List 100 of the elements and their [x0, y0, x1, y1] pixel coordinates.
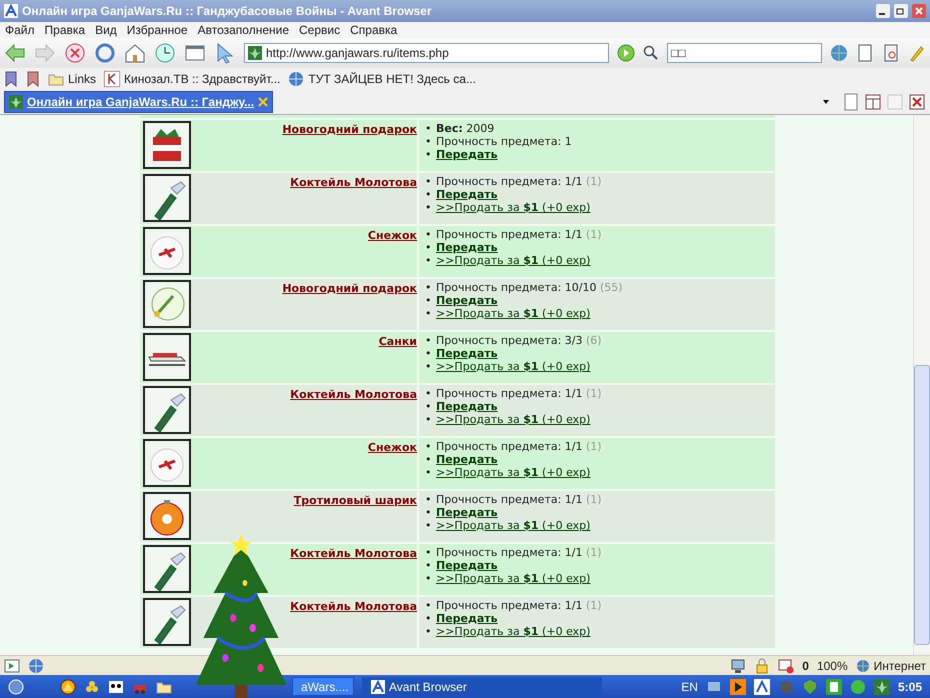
sell-link[interactable]: >>Продать за $1 (+0 exp) [436, 201, 590, 214]
sell-link[interactable]: >>Продать за $1 (+0 exp) [436, 413, 590, 426]
menu-item[interactable]: Сервис [294, 22, 346, 38]
menu-item[interactable]: Справка [345, 22, 402, 38]
close-button[interactable] [912, 4, 926, 18]
globe-icon[interactable] [830, 44, 848, 62]
bullet: • [425, 347, 432, 360]
start-icon[interactable] [8, 678, 24, 694]
transfer-link[interactable]: Передать [436, 612, 498, 625]
search-icon[interactable] [643, 45, 659, 61]
home-icon[interactable] [124, 42, 146, 64]
menu-item[interactable]: Избранное [122, 22, 193, 38]
durability-count: (1) [586, 493, 602, 506]
app-logo-icon [371, 680, 385, 694]
transfer-link[interactable]: Передать [436, 188, 498, 201]
item-name-link[interactable]: Новогодний подарок [282, 123, 417, 136]
durability-count: (55) [600, 281, 623, 294]
scroll-thumb[interactable] [914, 365, 930, 645]
mask-icon[interactable] [108, 678, 124, 694]
link-bar-item[interactable]: ТУТ ЗАЙЦЕВ НЕТ! Здесь са... [288, 70, 476, 88]
square-icon[interactable] [826, 678, 842, 694]
link-bar-item[interactable]: Links [48, 70, 96, 88]
bullet: • [425, 493, 432, 506]
item-name-link[interactable]: Коктейль Молотова [290, 388, 417, 401]
transfer-link[interactable]: Передать [436, 506, 498, 519]
sell-link[interactable]: >>Продать за $1 (+0 exp) [436, 625, 590, 638]
bullet: • [425, 559, 432, 572]
transfer-link[interactable]: Передать [436, 400, 498, 413]
weight-text: Вес: 2009 [436, 122, 494, 135]
lock-icon [754, 658, 770, 674]
play-icon[interactable] [730, 678, 746, 694]
stop-icon[interactable] [64, 42, 86, 64]
sell-link[interactable]: >>Продать за $1 (+0 exp) [436, 572, 590, 585]
sell-link[interactable]: >>Продать за $1 (+0 exp) [436, 307, 590, 320]
flower-icon[interactable] [84, 678, 100, 694]
menu-item[interactable]: Вид [90, 22, 122, 38]
tab[interactable]: Онлайн игра GanjaWars.Ru :: Ганджу... [4, 91, 274, 113]
warning-icon[interactable] [60, 678, 76, 694]
bullet: • [425, 122, 432, 135]
globe-icon[interactable] [28, 658, 44, 674]
menu-item[interactable]: Файл [0, 22, 40, 38]
circle-icon[interactable] [850, 678, 866, 694]
link-bar-item[interactable]: Кинозал.ТВ :: Здравствуйт... [104, 70, 280, 88]
panel-icon[interactable] [4, 658, 20, 674]
minimize-button[interactable] [876, 4, 890, 18]
popup-blocker-icon[interactable] [778, 658, 794, 674]
taskbar-button[interactable]: Avant Browser [362, 677, 602, 696]
bullet: • [425, 466, 432, 479]
transfer-link[interactable]: Передать [436, 347, 498, 360]
item-name-link[interactable]: Новогодний подарок [282, 282, 417, 295]
language-indicator[interactable]: EN [681, 678, 698, 696]
item-name-link[interactable]: Снежок [368, 441, 417, 454]
zoom-level[interactable]: 100% [816, 656, 848, 674]
search-field[interactable]: □□ [667, 43, 822, 63]
brush-icon[interactable] [908, 44, 926, 62]
sell-link[interactable]: >>Продать за $1 (+0 exp) [436, 466, 590, 479]
bookmark-icon[interactable] [4, 71, 18, 87]
security-zone: Интернет [856, 656, 926, 674]
shield-icon[interactable] [802, 678, 818, 694]
globe-icon [288, 71, 304, 87]
menu-item[interactable]: Правка [40, 22, 90, 38]
taskbar-button[interactable]: aWars.... [292, 677, 354, 696]
menu-item[interactable]: Автозаполнение [192, 22, 294, 38]
transfer-link[interactable]: Передать [436, 148, 498, 161]
leaf-icon[interactable] [874, 678, 890, 694]
bullet: • [425, 612, 432, 625]
item-name-link[interactable]: Санки [378, 335, 417, 348]
document-icon[interactable] [856, 44, 874, 62]
sell-link[interactable]: >>Продать за $1 (+0 exp) [436, 519, 590, 532]
item-name-link[interactable]: Коктейль Молотова [290, 176, 417, 189]
tile-icon[interactable] [864, 93, 882, 111]
durability-text: Прочность предмета: 1/1 [436, 228, 583, 241]
durability-count: (6) [586, 334, 602, 347]
close-tab-icon[interactable] [908, 93, 926, 111]
transfer-link[interactable]: Передать [436, 294, 498, 307]
restore-button[interactable] [894, 4, 908, 18]
bullet: • [425, 228, 432, 241]
popup-count: 0 [802, 658, 809, 674]
item-name-link[interactable]: Тротиловый шарик [294, 494, 417, 507]
transfer-link[interactable]: Передать [436, 453, 498, 466]
go-icon[interactable] [617, 44, 635, 62]
transfer-link[interactable]: Передать [436, 241, 498, 254]
close-icon[interactable] [258, 97, 268, 107]
back-icon[interactable] [4, 42, 26, 64]
sell-link[interactable]: >>Продать за $1 (+0 exp) [436, 360, 590, 373]
durability-count: (1) [586, 440, 602, 453]
bullet: • [425, 506, 432, 519]
bullet: • [425, 453, 432, 466]
sell-link[interactable]: >>Продать за $1 (+0 exp) [436, 254, 590, 267]
item-name-link[interactable]: Коктейль Молотова [290, 600, 417, 613]
transfer-link[interactable]: Передать [436, 559, 498, 572]
scrollbar[interactable] [913, 115, 930, 655]
item-name-link[interactable]: Коктейль Молотова [290, 547, 417, 560]
address-field[interactable]: http://www.ganjawars.ru/items.php [244, 43, 609, 63]
app-logo-icon[interactable] [754, 678, 770, 694]
history-icon[interactable] [154, 42, 176, 64]
durability-text: Прочность предмета: 1/1 [436, 493, 583, 506]
durability-count: (1) [586, 387, 602, 400]
item-name-link[interactable]: Снежок [368, 229, 417, 242]
bookmark-add-icon[interactable] [26, 71, 40, 87]
